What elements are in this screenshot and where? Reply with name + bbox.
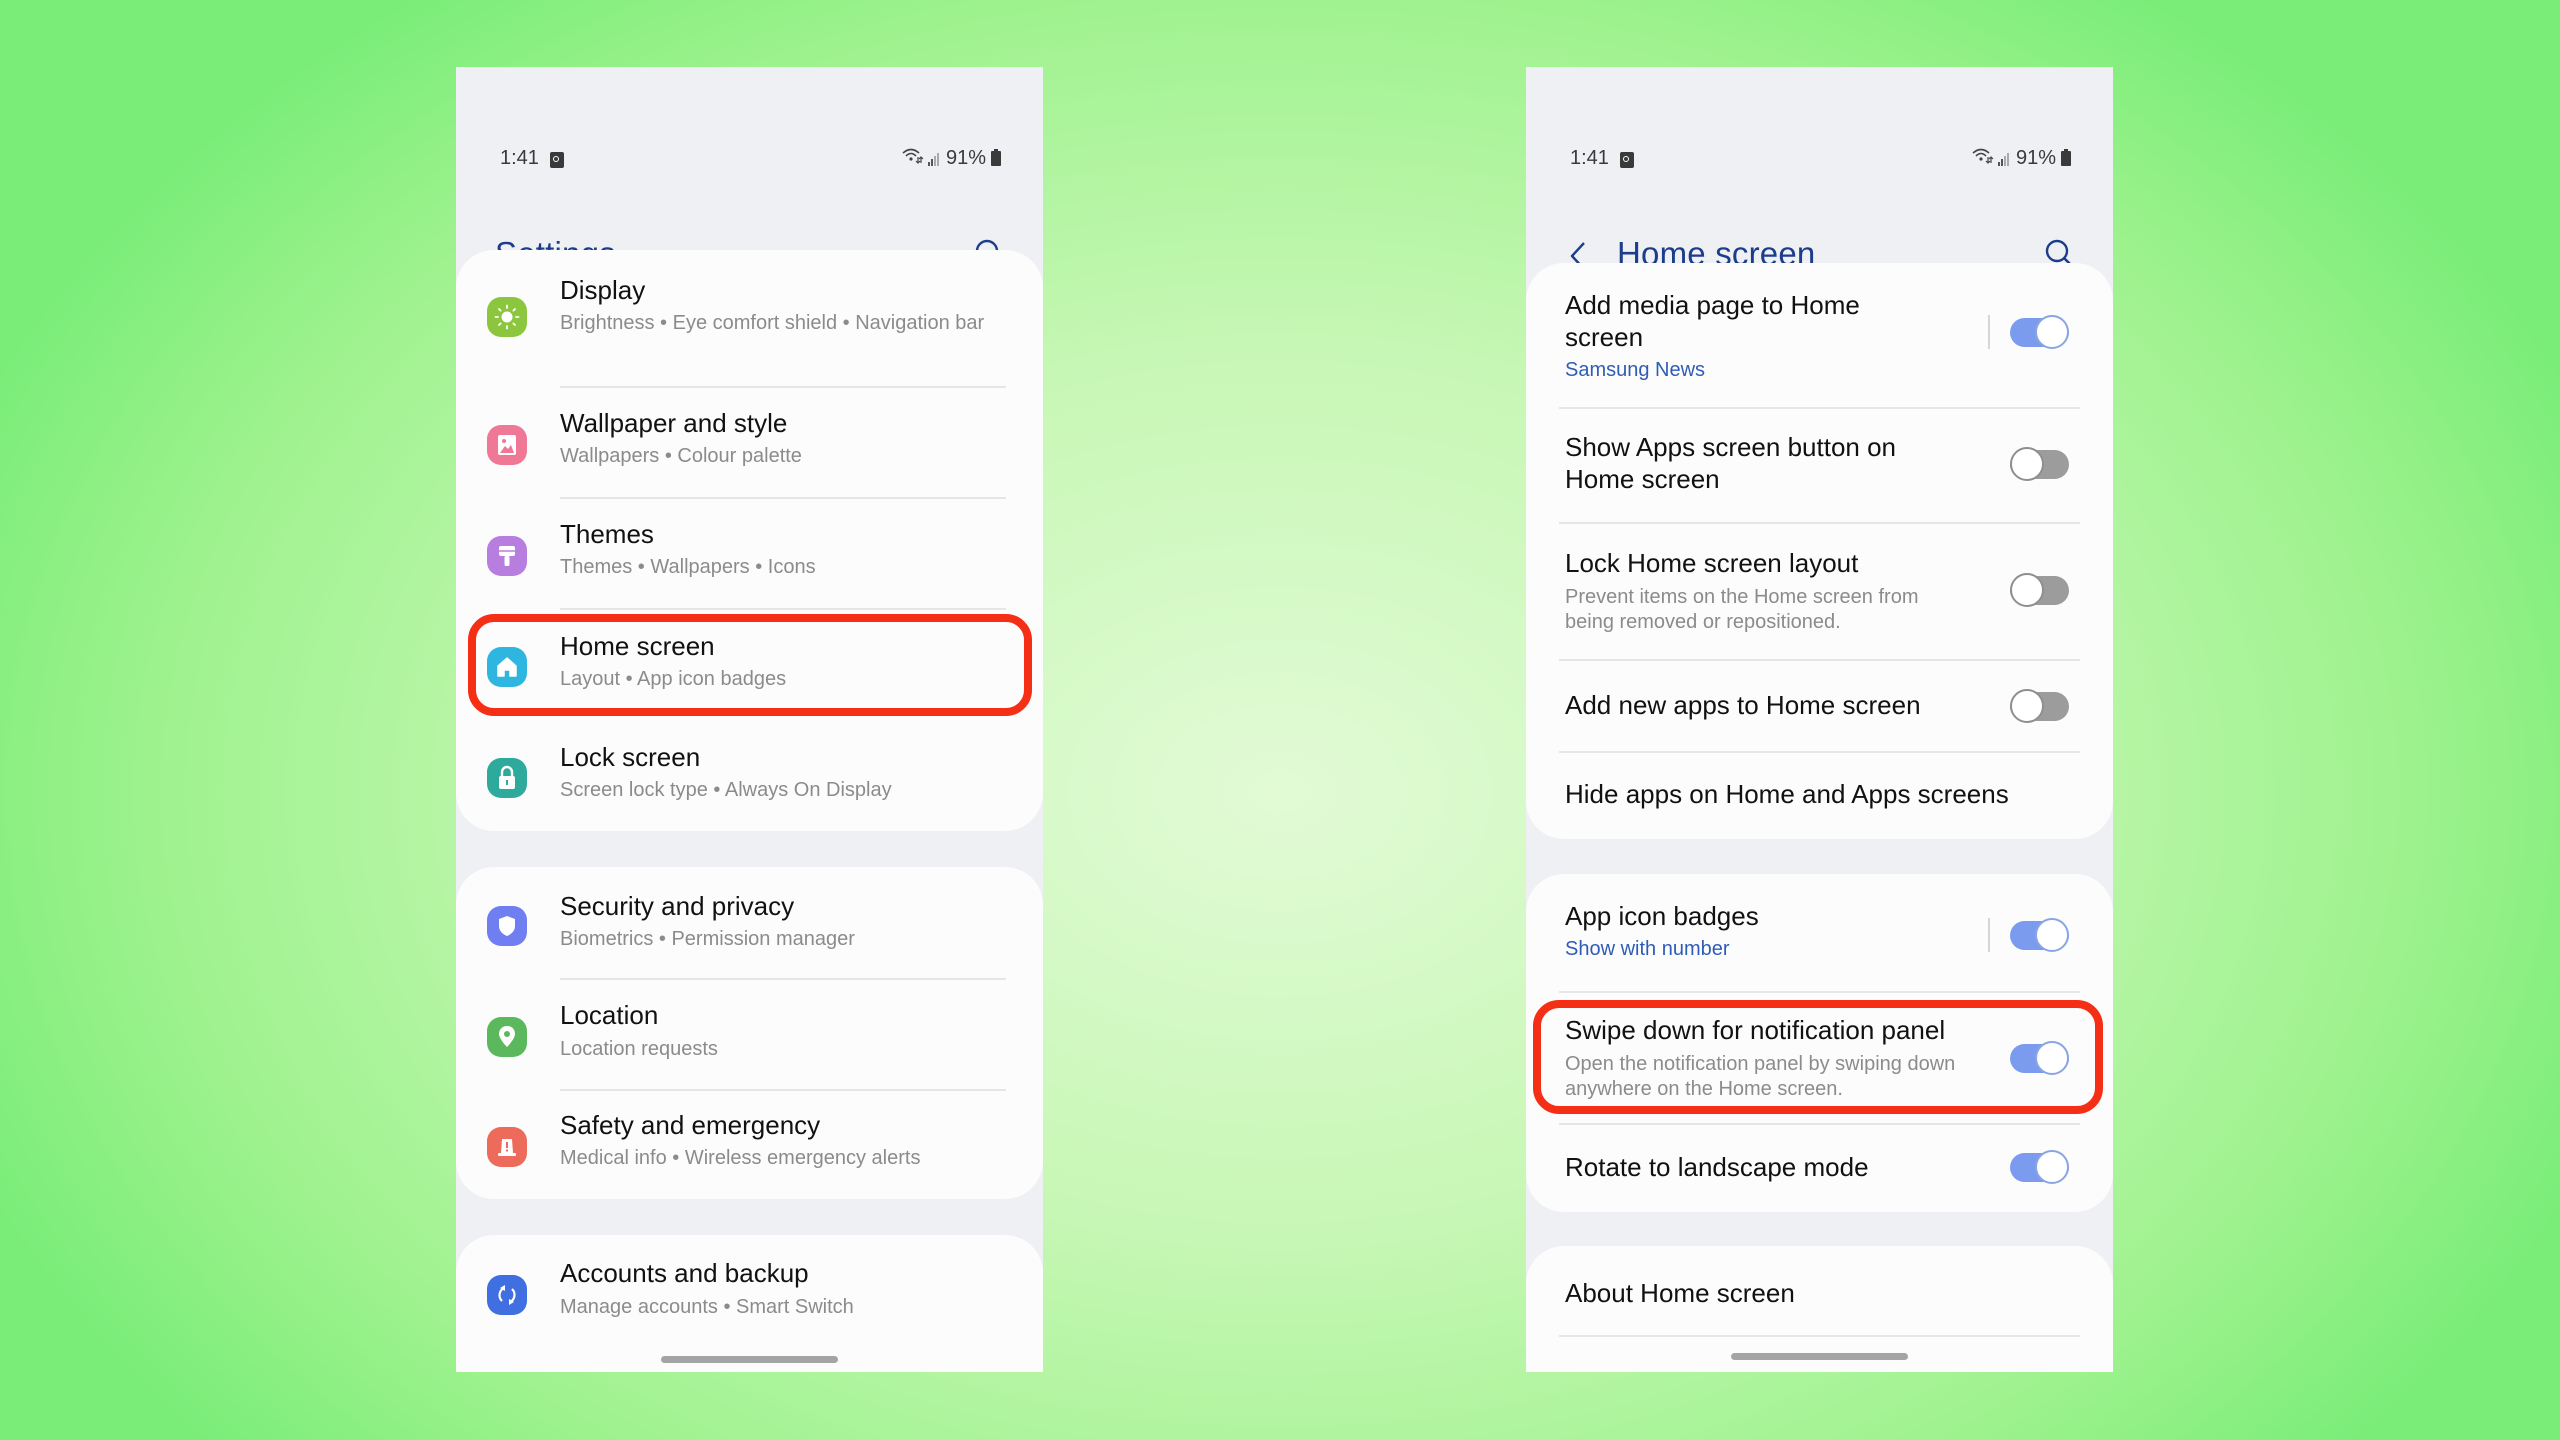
toggle-lock-layout[interactable] — [2010, 573, 2069, 607]
settings-item-accounts[interactable]: Accounts and backup Manage accounts • Sm… — [456, 1235, 1043, 1345]
status-bar: 1:41 91% — [1526, 147, 2113, 175]
home-settings-group-1: Add media page to Home screen Samsung Ne… — [1526, 263, 2113, 839]
item-subtitle: Medical info • Wireless emergency alerts — [560, 1147, 921, 1169]
item-title: Add media page to Home screen — [1565, 290, 1860, 352]
signal-icon — [1997, 152, 2009, 166]
item-title: Show Apps screen button on Home screen — [1565, 432, 1897, 494]
divider — [1559, 1335, 2080, 1337]
settings-item-safety[interactable]: Safety and emergency Medical info • Wire… — [456, 1091, 1043, 1199]
divider — [1988, 918, 1990, 952]
item-subtitle: Wallpapers • Colour palette — [560, 445, 802, 467]
setting-about-home-screen[interactable]: About Home screen — [1526, 1246, 2113, 1336]
item-title: Add new apps to Home screen — [1565, 690, 1921, 720]
item-summary: Samsung News — [1565, 359, 1706, 381]
item-title: Lock Home screen layout — [1565, 548, 1859, 578]
settings-item-themes[interactable]: Themes Themes • Wallpapers • Icons — [456, 499, 1043, 609]
settings-item-wallpaper[interactable]: Wallpaper and style Wallpapers • Colour … — [456, 388, 1043, 498]
toggle-app-icon-badges[interactable] — [2010, 918, 2069, 952]
item-subtitle: Open the notification panel by swiping d… — [1565, 1053, 1956, 1100]
setting-add-media-page[interactable]: Add media page to Home screen Samsung Ne… — [1526, 263, 2113, 406]
item-subtitle: Manage accounts • Smart Switch — [560, 1296, 854, 1318]
settings-item-home-screen[interactable]: Home screen Layout • App icon badges — [456, 610, 1043, 720]
item-summary: Show with number — [1565, 938, 1730, 960]
item-title: Location — [560, 1000, 659, 1030]
settings-item-location[interactable]: Location Location requests — [456, 980, 1043, 1090]
setting-add-new-apps[interactable]: Add new apps to Home screen — [1526, 661, 2113, 751]
item-title: Themes — [560, 519, 654, 549]
sun-icon — [487, 297, 527, 337]
setting-show-apps-button[interactable]: Show Apps screen button on Home screen — [1526, 409, 2113, 521]
item-subtitle: Prevent items on the Home screen from be… — [1565, 586, 1919, 633]
item-title: Swipe down for notification panel — [1565, 1015, 1946, 1045]
divider — [1988, 315, 1990, 349]
item-subtitle: Screen lock type • Always On Display — [560, 779, 892, 801]
setting-lock-layout[interactable]: Lock Home screen layout Prevent items on… — [1526, 524, 2113, 658]
battery-icon — [2061, 149, 2071, 166]
status-bar: 1:41 91% — [456, 147, 1043, 175]
settings-item-lock-screen[interactable]: Lock screen Screen lock type • Always On… — [456, 721, 1043, 831]
home-settings-group-2: App icon badges Show with number Swipe d… — [1526, 874, 2113, 1212]
battery-percent: 91% — [945, 147, 986, 169]
setting-hide-apps[interactable]: Hide apps on Home and Apps screens — [1526, 753, 2113, 839]
item-title: Safety and emergency — [560, 1110, 821, 1140]
settings-screen: 1:41 91% Settings Display Brightness • E… — [456, 67, 1043, 1372]
item-title: App icon badges — [1565, 901, 1759, 931]
item-subtitle: Themes • Wallpapers • Icons — [560, 556, 816, 578]
setting-swipe-down-notification[interactable]: Swipe down for notification panel Open t… — [1526, 993, 2113, 1122]
location-pin-icon — [487, 1017, 527, 1057]
signal-icon — [927, 152, 939, 166]
image-icon — [487, 425, 527, 465]
alarm-icon — [1620, 152, 1634, 168]
home-icon — [487, 647, 527, 687]
item-title: About Home screen — [1565, 1278, 1795, 1308]
item-title: Home screen — [560, 631, 715, 661]
status-time: 1:41 — [1570, 147, 1609, 169]
shield-icon — [487, 906, 527, 946]
toggle-show-apps-button[interactable] — [2010, 447, 2069, 481]
alert-icon — [487, 1127, 527, 1167]
wifi-icon — [902, 147, 924, 170]
battery-percent: 91% — [2015, 147, 2056, 169]
settings-group-1: Display Brightness • Eye comfort shield … — [456, 250, 1043, 831]
toggle-add-new-apps[interactable] — [2010, 689, 2069, 723]
setting-rotate-landscape[interactable]: Rotate to landscape mode — [1526, 1125, 2113, 1212]
item-subtitle: Layout • App icon badges — [560, 668, 787, 690]
sync-icon — [487, 1275, 527, 1315]
item-subtitle: Biometrics • Permission manager — [560, 928, 855, 950]
alarm-icon — [550, 152, 564, 168]
item-title: Hide apps on Home and Apps screens — [1565, 779, 2009, 809]
home-indicator[interactable] — [1731, 1353, 1908, 1360]
settings-item-display[interactable]: Display Brightness • Eye comfort shield … — [456, 250, 1043, 387]
home-indicator[interactable] — [661, 1356, 838, 1363]
setting-app-icon-badges[interactable]: App icon badges Show with number — [1526, 874, 2113, 990]
home-screen-settings: 1:41 91% Home screen Add media page to H… — [1526, 67, 2113, 1372]
wifi-icon — [1972, 147, 1994, 170]
item-title: Display — [560, 275, 646, 305]
brush-icon — [487, 536, 527, 576]
settings-item-security[interactable]: Security and privacy Biometrics • Permis… — [456, 867, 1043, 977]
item-title: Wallpaper and style — [560, 408, 788, 438]
settings-group-3: Accounts and backup Manage accounts • Sm… — [456, 1235, 1043, 1372]
item-title: Rotate to landscape mode — [1565, 1152, 1869, 1182]
battery-icon — [991, 149, 1001, 166]
toggle-swipe-down-notification[interactable] — [2010, 1041, 2069, 1075]
item-title: Security and privacy — [560, 891, 795, 921]
status-time: 1:41 — [500, 147, 539, 169]
toggle-rotate-landscape[interactable] — [2010, 1150, 2069, 1184]
toggle-add-media-page[interactable] — [2010, 315, 2069, 349]
lock-icon — [487, 758, 527, 798]
item-subtitle: Brightness • Eye comfort shield • Naviga… — [560, 312, 985, 334]
item-title: Lock screen — [560, 742, 701, 772]
item-subtitle: Location requests — [560, 1038, 718, 1060]
item-title: Accounts and backup — [560, 1258, 809, 1288]
settings-group-2: Security and privacy Biometrics • Permis… — [456, 867, 1043, 1199]
